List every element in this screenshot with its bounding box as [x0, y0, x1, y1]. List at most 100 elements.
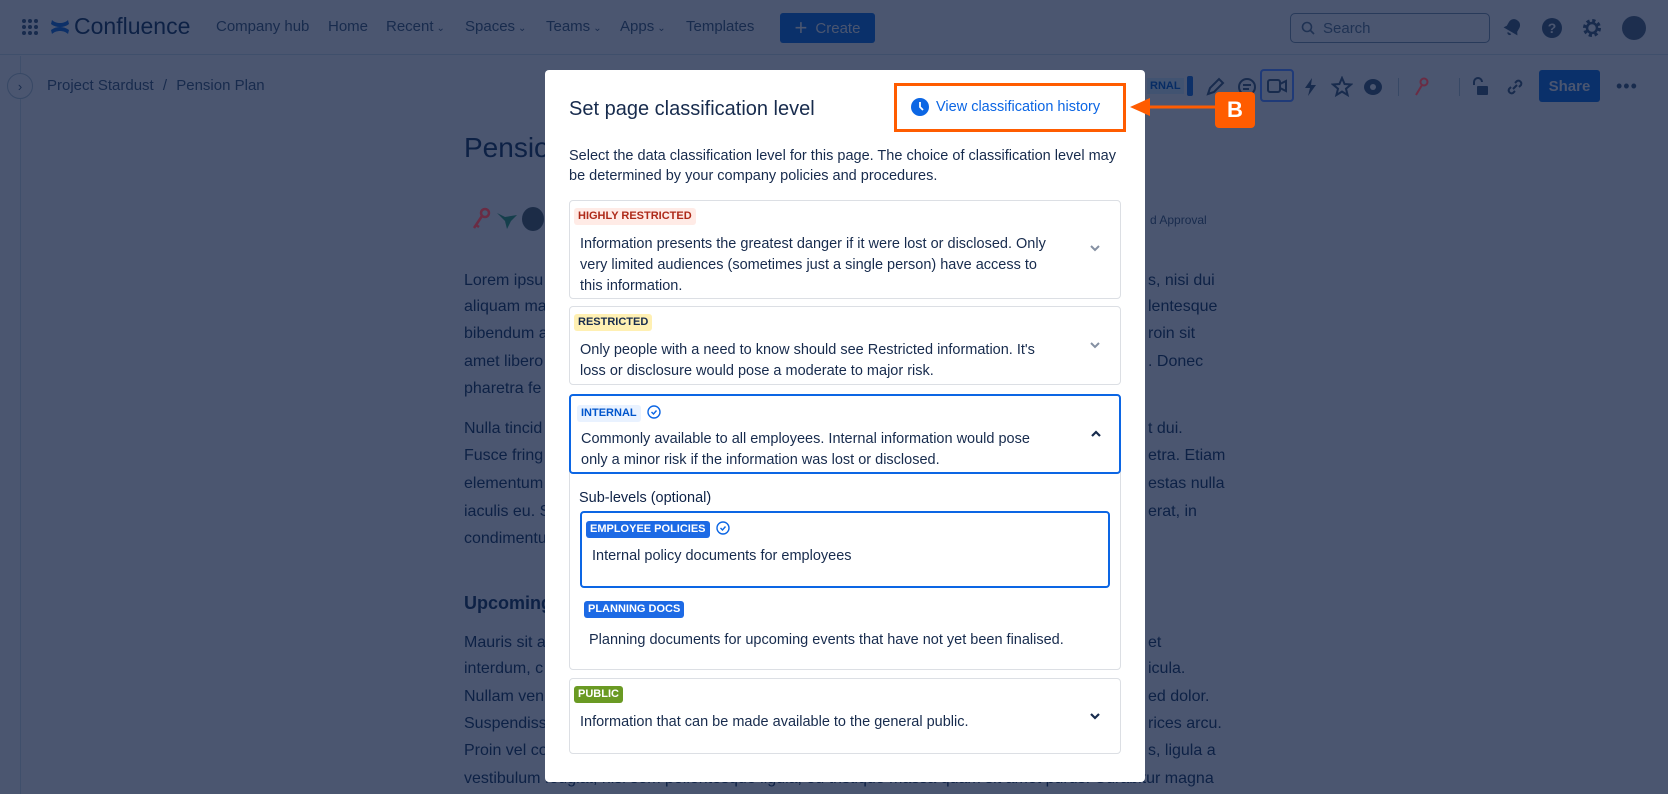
body-line-right: rices arcu. — [1148, 715, 1222, 732]
dialog-description: Select the data classification level for… — [569, 148, 1116, 184]
level-description: Commonly available to all employees. Int… — [581, 431, 1030, 468]
body-line-left: pharetra fe — [464, 380, 542, 397]
sublevel-option-planning-docs[interactable]: Planning docs Planning documents for upc… — [580, 595, 1110, 655]
expand-sidebar-button[interactable]: › — [7, 73, 33, 99]
sublevel-label-row: Employee policies — [586, 519, 730, 538]
sidebar-divider — [20, 56, 21, 794]
body-line-right: s, nisi dui — [1148, 272, 1215, 289]
nav-label: Teams — [546, 18, 591, 35]
nav-label: Apps — [620, 18, 655, 35]
level-option-highly-restricted[interactable]: Highly restricted Information presents t… — [569, 200, 1121, 299]
level-description: Information presents the greatest danger… — [580, 236, 1046, 294]
more-actions-icon[interactable]: ••• — [1616, 76, 1638, 97]
body-line-left: Mauris sit a — [464, 634, 546, 651]
create-label: Create — [815, 19, 861, 37]
help-icon[interactable]: ? — [1541, 17, 1563, 39]
video-button[interactable] — [1260, 69, 1294, 102]
body-line-right: icula. — [1148, 660, 1186, 677]
level-option-public[interactable]: Public Information that can be made avai… — [569, 678, 1121, 754]
create-button[interactable]: + Create — [780, 13, 875, 43]
key-icon[interactable] — [1410, 76, 1432, 98]
nav-label: Company hub — [216, 18, 310, 35]
body-line-left: aliquam ma — [464, 298, 547, 315]
user-avatar[interactable] — [1622, 16, 1646, 40]
lozenge-public: Public — [574, 686, 623, 703]
app-name[interactable]: Confluence — [74, 13, 190, 40]
share-button[interactable]: Share — [1539, 70, 1600, 102]
bird-emoji-icon — [497, 213, 517, 229]
body-line-right: erat, in — [1148, 503, 1197, 520]
nav-spaces[interactable]: Spaces ⌄ — [465, 18, 526, 35]
dialog-title: Set page classification level — [569, 98, 815, 120]
body-line-right: estas nulla — [1148, 475, 1225, 492]
nav-templates[interactable]: Templates — [686, 18, 754, 35]
confluence-logo-icon[interactable] — [50, 16, 70, 38]
level-option-restricted[interactable]: Restricted Only people with a need to kn… — [569, 306, 1121, 385]
chevron-down-icon: ⌄ — [593, 23, 602, 34]
nav-label: Spaces — [465, 18, 516, 35]
author-avatar — [522, 207, 544, 231]
view-classification-history-link[interactable]: View classification history — [911, 98, 1100, 116]
body-line-right: t dui. — [1148, 420, 1183, 437]
nav-recent[interactable]: Recent ⌄ — [386, 18, 445, 35]
lozenge-internal: Internal — [577, 405, 641, 422]
body-line-right: s, ligula a — [1148, 742, 1216, 759]
top-nav: Confluence Company hub Home Recent ⌄ Spac… — [0, 0, 1668, 55]
key-emoji-icon — [472, 207, 491, 229]
section-heading: Upcoming — [464, 593, 552, 613]
lozenge-highly-restricted: Highly restricted — [574, 208, 696, 225]
body-line-left: condimentu — [464, 530, 547, 547]
sublevel-description: Planning documents for upcoming events t… — [589, 632, 1064, 648]
watch-eye-icon[interactable] — [1362, 76, 1384, 98]
automation-lightning-icon[interactable] — [1300, 76, 1322, 98]
body-line-left: amet libero — [464, 353, 544, 370]
level-option-internal[interactable]: Internal Commonly available to all emplo… — [569, 394, 1121, 474]
nav-apps[interactable]: Apps ⌄ — [620, 18, 666, 35]
unlock-icon[interactable] — [1470, 76, 1492, 98]
selected-check-icon — [646, 405, 661, 419]
nav-label: Templates — [686, 18, 755, 35]
chevron-up-icon — [1091, 430, 1101, 437]
app-switcher-icon[interactable] — [22, 19, 38, 35]
body-line-right: et — [1148, 634, 1162, 651]
body-line-left: bibendum a — [464, 325, 548, 342]
notifications-bell-icon[interactable] — [1503, 17, 1523, 37]
body-line-left: Lorem ipsu — [464, 272, 544, 289]
level-description: Information that can be made available t… — [580, 714, 969, 730]
nav-company-hub[interactable]: Company hub — [216, 18, 309, 35]
lozenge-planning-docs: Planning docs — [584, 601, 685, 618]
level-description: Only people with a need to know should s… — [580, 342, 1035, 379]
breadcrumb-page[interactable]: Pension Plan — [176, 77, 264, 94]
copy-link-icon[interactable] — [1504, 76, 1526, 98]
video-camera-icon — [1267, 79, 1287, 93]
chevron-down-icon: ⌄ — [657, 23, 666, 34]
chevron-down-icon: ⌄ — [518, 23, 527, 34]
lozenge-restricted: Restricted — [574, 314, 653, 331]
sublevel-option-employee-policies[interactable]: Employee policies Internal policy docume… — [580, 511, 1110, 588]
classification-badge[interactable]: RNAL — [1147, 78, 1184, 94]
sublevel-description: Internal policy documents for employees — [592, 548, 852, 564]
chevron-down-icon — [1090, 342, 1100, 349]
chevron-right-icon: › — [17, 78, 23, 94]
page-emoji-row — [470, 207, 544, 231]
body-line-left: iaculis eu. S — [464, 503, 551, 520]
svg-text:?: ? — [1548, 20, 1557, 36]
breadcrumb-space[interactable]: Project Stardust — [47, 77, 154, 94]
chevron-down-icon: ⌄ — [436, 23, 445, 34]
selected-check-icon — [715, 521, 730, 535]
search-input[interactable]: Search — [1290, 13, 1490, 43]
annotation-badge: B — [1215, 92, 1255, 128]
level-option-internal-expanded: Internal Commonly available to all emplo… — [569, 394, 1121, 670]
body-line-right: roin sit — [1148, 325, 1196, 342]
search-placeholder: Search — [1323, 19, 1371, 37]
settings-gear-icon[interactable] — [1581, 17, 1603, 39]
nav-teams[interactable]: Teams ⌄ — [546, 18, 602, 35]
star-icon[interactable] — [1331, 76, 1353, 98]
status-indicator — [1187, 76, 1193, 96]
body-line-left: elementum — [464, 475, 544, 492]
body-line-left: Nulla tincid — [464, 420, 543, 437]
body-line-left: Fusce fring — [464, 447, 544, 464]
nav-home[interactable]: Home — [328, 18, 368, 35]
body-line-left: interdum, c — [464, 660, 544, 677]
body-line-right: ed dolor. — [1148, 688, 1210, 705]
